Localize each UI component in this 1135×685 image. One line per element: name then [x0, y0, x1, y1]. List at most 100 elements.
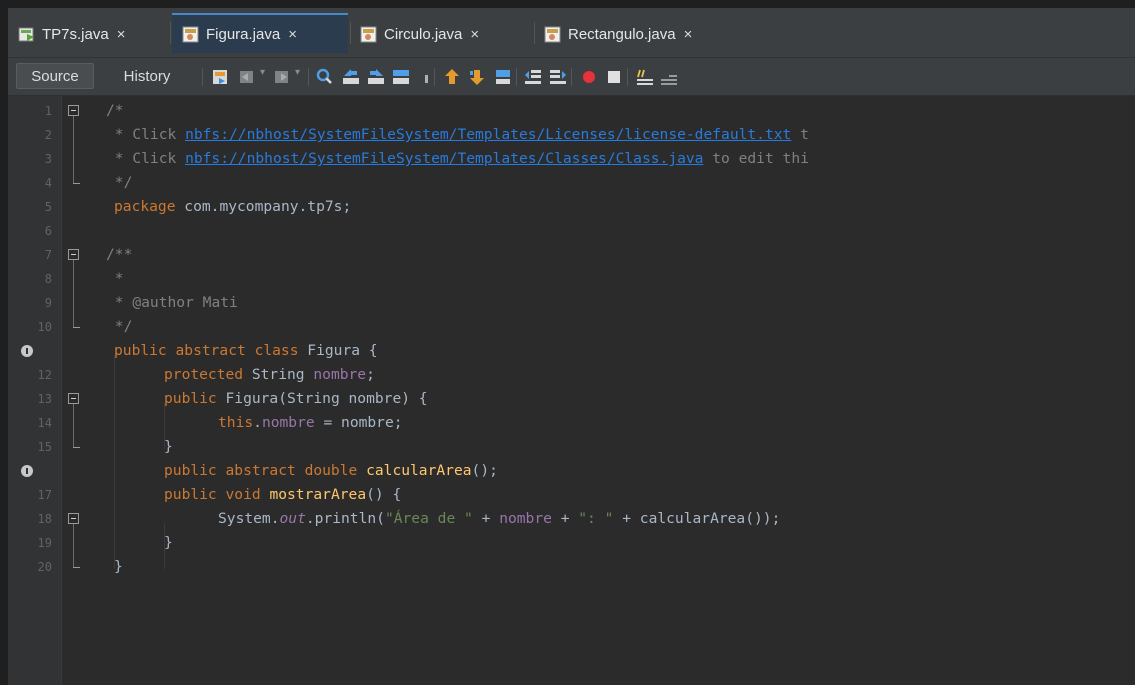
tab-divider — [170, 22, 171, 44]
line-number: 20 — [37, 560, 52, 574]
close-icon[interactable]: × — [470, 26, 479, 43]
forward-icon[interactable] — [272, 67, 292, 87]
tab-figura[interactable]: Figura.java × — [172, 13, 348, 53]
toolbar-divider — [434, 68, 435, 86]
comment-text: * — [106, 270, 124, 287]
comment-text: /** — [106, 246, 133, 263]
comment-text: * Click — [106, 150, 186, 167]
ide-window: TP7s.java × Figura.java × Circulo.java × — [8, 8, 1135, 685]
code-line-11: public abstract class Figura { — [114, 339, 378, 363]
implementation-annotation-icon[interactable] — [21, 345, 33, 357]
field-name: nombre — [499, 510, 552, 527]
shift-right-icon[interactable] — [548, 67, 568, 87]
next-bookmark-icon[interactable] — [468, 67, 488, 87]
keyword: this — [218, 414, 254, 431]
fold-toggle[interactable] — [68, 105, 79, 116]
line-number: 5 — [44, 200, 52, 214]
license-template-link[interactable]: nbfs://nbhost/SystemFileSystem/Templates… — [185, 126, 791, 143]
fold-end — [73, 567, 80, 568]
line-number: 13 — [37, 392, 52, 406]
javadoc-tag: @author — [132, 294, 194, 311]
code-line-3: * Click nbfs://nbhost/SystemFileSystem/T… — [106, 147, 809, 171]
code-line-18: System.out.println("Área de " + nombre +… — [218, 507, 780, 531]
comment-icon[interactable] — [635, 67, 655, 87]
tab-label: TP7s.java — [42, 25, 109, 43]
comment-text: * Click — [106, 126, 186, 143]
code-text: Figura(String nombre) { — [216, 390, 428, 407]
shift-left-icon[interactable] — [523, 67, 543, 87]
rectangular-selection-icon[interactable] — [416, 67, 436, 87]
close-icon[interactable]: × — [684, 26, 693, 43]
tab-label: Figura.java — [206, 25, 281, 43]
tab-rectangulo[interactable]: Rectangulo.java × — [534, 15, 744, 53]
uncomment-icon[interactable] — [659, 67, 679, 87]
code-text: } — [164, 438, 173, 455]
line-number: 18 — [37, 512, 52, 526]
fold-line — [73, 260, 74, 328]
line-number: 9 — [44, 296, 52, 310]
code-line-9: * @author Mati — [106, 291, 238, 315]
code-line-20: } — [114, 555, 123, 579]
keyword: public abstract double — [164, 462, 358, 479]
keyword: public abstract class — [114, 342, 299, 359]
fold-toggle[interactable] — [68, 513, 79, 524]
line-number: 10 — [37, 320, 52, 334]
class-template-link[interactable]: nbfs://nbhost/SystemFileSystem/Templates… — [185, 150, 703, 167]
code-text: } — [164, 534, 173, 551]
find-previous-icon[interactable] — [341, 67, 361, 87]
fold-toggle[interactable] — [68, 393, 79, 404]
code-line-1: /* — [106, 99, 124, 123]
chevron-down-icon[interactable]: ▾ — [295, 67, 315, 87]
java-file-icon — [544, 26, 561, 42]
back-icon[interactable] — [237, 67, 257, 87]
previous-bookmark-icon[interactable] — [443, 67, 463, 87]
fold-toggle[interactable] — [68, 249, 79, 260]
history-button[interactable]: History — [102, 63, 192, 89]
comment-text: */ — [106, 318, 133, 335]
toolbar-divider — [308, 68, 309, 86]
record-macro-icon[interactable] — [579, 67, 599, 87]
tab-label: Circulo.java — [384, 25, 463, 43]
code-line-15: } — [164, 435, 173, 459]
stop-macro-icon[interactable] — [604, 67, 624, 87]
comment-text: to edit thi — [703, 150, 809, 167]
tab-circulo[interactable]: Circulo.java × — [350, 15, 533, 53]
java-file-icon — [182, 26, 199, 42]
code-text: com.mycompany.tp7s; — [175, 198, 352, 215]
close-icon[interactable]: × — [288, 26, 297, 43]
code-text: } — [114, 558, 123, 575]
string-literal: ": " — [578, 510, 614, 527]
comment-text: * — [106, 294, 133, 311]
implementation-annotation-icon[interactable] — [21, 465, 33, 477]
fold-line — [73, 404, 74, 448]
source-button[interactable]: Source — [16, 63, 94, 89]
last-edit-icon[interactable] — [211, 67, 231, 87]
code-editor[interactable]: 1 2 3 4 5 6 7 8 9 10 12 13 14 15 17 18 1… — [8, 96, 1135, 685]
line-number: 12 — [37, 368, 52, 382]
code-text: () { — [366, 486, 402, 503]
keyword: package — [114, 198, 176, 215]
code-line-19: } — [164, 531, 173, 555]
field-name: nombre — [261, 414, 315, 431]
code-line-16: public abstract double calcularArea(); — [164, 459, 498, 483]
toggle-highlight-icon[interactable] — [391, 67, 411, 87]
line-number: 8 — [44, 272, 52, 286]
code-line-10: */ — [106, 315, 133, 339]
line-number: 15 — [37, 440, 52, 454]
keyword: public — [164, 390, 217, 407]
code-text: Figura { — [298, 342, 378, 359]
toolbar-divider — [571, 68, 572, 86]
tab-tp7s[interactable]: TP7s.java × — [8, 15, 168, 53]
find-selection-icon[interactable] — [315, 67, 335, 87]
fold-line — [73, 524, 74, 568]
indent-guide — [114, 355, 115, 569]
find-next-icon[interactable] — [366, 67, 386, 87]
line-number: 2 — [44, 128, 52, 142]
close-icon[interactable]: × — [117, 26, 126, 43]
toggle-bookmark-icon[interactable] — [493, 67, 513, 87]
toolbar-divider — [516, 68, 517, 86]
string-literal: "Área de " — [384, 510, 473, 527]
code-line-12: protected String nombre; — [164, 363, 375, 387]
editor-tab-bar: TP7s.java × Figura.java × Circulo.java × — [8, 8, 1135, 58]
